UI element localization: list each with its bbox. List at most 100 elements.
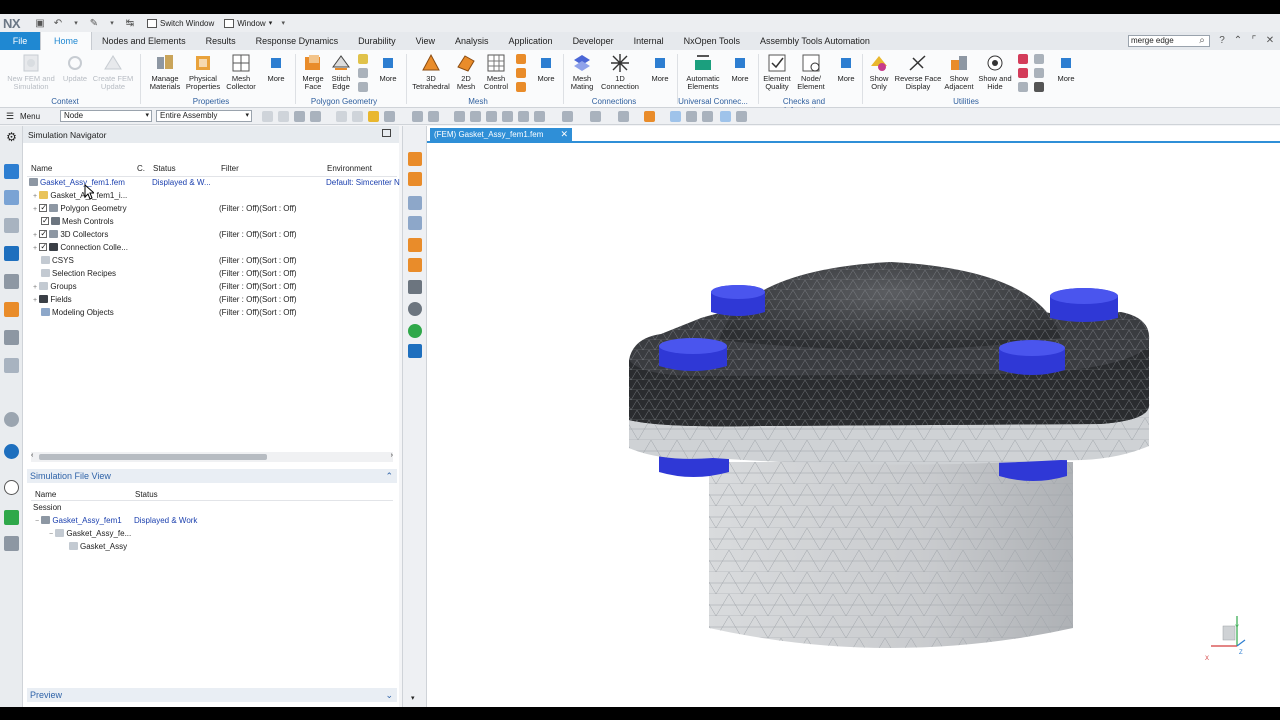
file-view-session[interactable]: Session bbox=[33, 503, 61, 512]
help-icon[interactable]: ? bbox=[1216, 35, 1228, 46]
selection-tool-icon[interactable] bbox=[534, 111, 545, 122]
mesh-tool-icon[interactable] bbox=[516, 54, 526, 64]
selection-tool-icon[interactable] bbox=[336, 111, 347, 122]
assembly-navigator-icon[interactable] bbox=[4, 218, 19, 233]
tab-nodes-and-elements[interactable]: Nodes and Elements bbox=[92, 32, 196, 50]
utility-tool-icon[interactable] bbox=[1034, 54, 1044, 64]
search-icon[interactable]: ⌕ bbox=[1196, 35, 1208, 46]
mesh-tool-icon[interactable] bbox=[516, 82, 526, 92]
expand-icon[interactable]: + bbox=[33, 193, 37, 200]
selection-tool-icon[interactable] bbox=[644, 111, 655, 122]
geometry-tool-icon[interactable] bbox=[408, 152, 422, 166]
menu-icon[interactable]: ☰ bbox=[6, 111, 14, 122]
selection-tool-icon[interactable] bbox=[470, 111, 481, 122]
mesh-mating-button[interactable]: Mesh Mating bbox=[566, 52, 598, 91]
1d-connection-button[interactable]: 1D Connection bbox=[598, 52, 642, 91]
pipe-body[interactable] bbox=[709, 462, 1073, 648]
mesh-tool-icon[interactable] bbox=[516, 68, 526, 78]
more-properties-button[interactable]: More bbox=[262, 52, 290, 83]
mesh-control-button[interactable]: Mesh Control bbox=[480, 52, 512, 91]
tree-row-modeling-objects[interactable]: Modeling Objects (Filter : Off)(Sort : O… bbox=[27, 306, 399, 319]
show-and-hide-button[interactable]: Show and Hide bbox=[976, 52, 1014, 91]
collapse-ribbon-icon[interactable]: ⌃ bbox=[1232, 35, 1244, 46]
mesh-collector-button[interactable]: Mesh Collector bbox=[222, 52, 260, 91]
selection-tool-icon[interactable] bbox=[562, 111, 573, 122]
reuse-library-icon[interactable] bbox=[4, 274, 19, 289]
file-view-row-part[interactable]: Gasket_Assy bbox=[27, 540, 399, 553]
polygon-tool-icon[interactable] bbox=[358, 68, 368, 78]
selection-tool-icon[interactable] bbox=[428, 111, 439, 122]
tab-developer[interactable]: Developer bbox=[563, 32, 624, 50]
gasket-assembly-model[interactable] bbox=[427, 126, 1280, 707]
check-tool-icon[interactable] bbox=[408, 302, 422, 316]
element-quality-button[interactable]: Element Quality bbox=[760, 52, 794, 91]
chevron-down-icon[interactable]: ▾ bbox=[411, 694, 415, 702]
switch-window-button[interactable]: Switch Window bbox=[147, 18, 214, 28]
web-browser-icon[interactable] bbox=[4, 412, 19, 427]
tab-application[interactable]: Application bbox=[499, 32, 563, 50]
collapse-icon[interactable]: − bbox=[49, 531, 53, 538]
navigator-horizontal-scrollbar[interactable]: ‹ › bbox=[31, 452, 393, 462]
simulation-file-view-header[interactable]: Simulation File View ⌃ bbox=[27, 469, 397, 483]
create-fem-update-button[interactable]: Create FEM Update bbox=[92, 52, 134, 91]
tree-row-mesh-controls[interactable]: Mesh Controls bbox=[27, 214, 399, 228]
expand-icon[interactable]: + bbox=[33, 297, 37, 304]
scroll-left-icon[interactable]: ‹ bbox=[31, 452, 33, 459]
close-icon[interactable]: ✕ bbox=[1264, 35, 1276, 46]
roles-icon[interactable] bbox=[4, 302, 19, 317]
constraint-navigator-icon[interactable] bbox=[4, 246, 19, 261]
element-tool-icon[interactable] bbox=[408, 258, 422, 272]
utility-tool-icon[interactable] bbox=[1034, 68, 1044, 78]
column-header-c[interactable]: C. bbox=[137, 164, 145, 173]
tree-row-connection-collectors[interactable]: + Connection Colle... bbox=[27, 240, 399, 254]
selection-tool-icon[interactable] bbox=[670, 111, 681, 122]
undo-icon[interactable]: ↶ bbox=[51, 17, 65, 30]
tree-row-3d-collectors[interactable]: + 3D Collectors (Filter : Off)(Sort : Of… bbox=[27, 227, 399, 241]
mesh-tool-icon[interactable] bbox=[408, 172, 422, 186]
merge-face-button[interactable]: Merge Face bbox=[298, 52, 328, 91]
tab-results[interactable]: Results bbox=[196, 32, 246, 50]
utility-tool-icon[interactable] bbox=[1018, 68, 1028, 78]
automatic-elements-button[interactable]: Automatic Elements bbox=[680, 52, 726, 91]
collapse-icon[interactable]: − bbox=[35, 518, 39, 525]
tree-row-idealized-part[interactable]: + Gasket_A_ _fem1_i... bbox=[27, 189, 399, 202]
selection-tool-icon[interactable] bbox=[454, 111, 465, 122]
selection-tool-icon[interactable] bbox=[702, 111, 713, 122]
node-element-button[interactable]: Node/ Element bbox=[794, 52, 828, 91]
more-universal-button[interactable]: More bbox=[726, 52, 754, 83]
selection-tool-icon[interactable] bbox=[486, 111, 497, 122]
visibility-checkbox[interactable] bbox=[39, 227, 48, 240]
expand-icon[interactable]: + bbox=[33, 284, 37, 291]
column-header-status[interactable]: Status bbox=[153, 164, 176, 173]
tab-home[interactable]: Home bbox=[40, 32, 93, 50]
part-navigator-icon[interactable] bbox=[4, 190, 19, 205]
visibility-checkbox[interactable] bbox=[39, 240, 48, 253]
tab-assembly-tools-automation[interactable]: Assembly Tools Automation bbox=[750, 32, 880, 50]
selection-tool-icon[interactable] bbox=[720, 111, 731, 122]
menu-button[interactable]: Menu bbox=[20, 112, 40, 121]
selection-tool-icon[interactable] bbox=[294, 111, 305, 122]
history-clock-icon[interactable] bbox=[4, 480, 19, 495]
preview-header[interactable]: Preview ⌄ bbox=[27, 688, 397, 702]
tree-row-selection-recipes[interactable]: Selection Recipes (Filter : Off)(Sort : … bbox=[27, 267, 399, 280]
tab-nxopen-tools[interactable]: NxOpen Tools bbox=[674, 32, 750, 50]
tab-response-dynamics[interactable]: Response Dynamics bbox=[246, 32, 349, 50]
polygon-tool-icon[interactable] bbox=[358, 54, 368, 64]
csys-tool-icon[interactable] bbox=[408, 196, 422, 210]
selection-tool-icon[interactable] bbox=[384, 111, 395, 122]
utility-tool-icon[interactable] bbox=[1034, 82, 1044, 92]
more-checks-button[interactable]: More bbox=[832, 52, 860, 83]
more-connections-button[interactable]: More bbox=[646, 52, 674, 83]
stitch-edge-button[interactable]: Stitch Edge bbox=[328, 52, 354, 91]
selection-tool-icon[interactable] bbox=[736, 111, 747, 122]
customize-icon[interactable]: ▾ bbox=[276, 17, 290, 30]
file-view-row-fem[interactable]: − Gasket_Assy_fem1 Displayed & Work bbox=[27, 514, 399, 527]
settings-icon[interactable]: ⚙ bbox=[4, 130, 19, 145]
manage-materials-button[interactable]: Manage Materials bbox=[146, 52, 184, 91]
expand-icon[interactable]: + bbox=[33, 206, 37, 213]
visibility-checkbox[interactable] bbox=[41, 214, 49, 227]
link-icon[interactable]: ↹ bbox=[123, 17, 137, 30]
more-polygon-geometry-button[interactable]: More bbox=[374, 52, 402, 83]
new-fem-and-simulation-button[interactable]: New FEM and Simulation bbox=[6, 52, 56, 91]
polygon-tool-icon[interactable] bbox=[358, 82, 368, 92]
